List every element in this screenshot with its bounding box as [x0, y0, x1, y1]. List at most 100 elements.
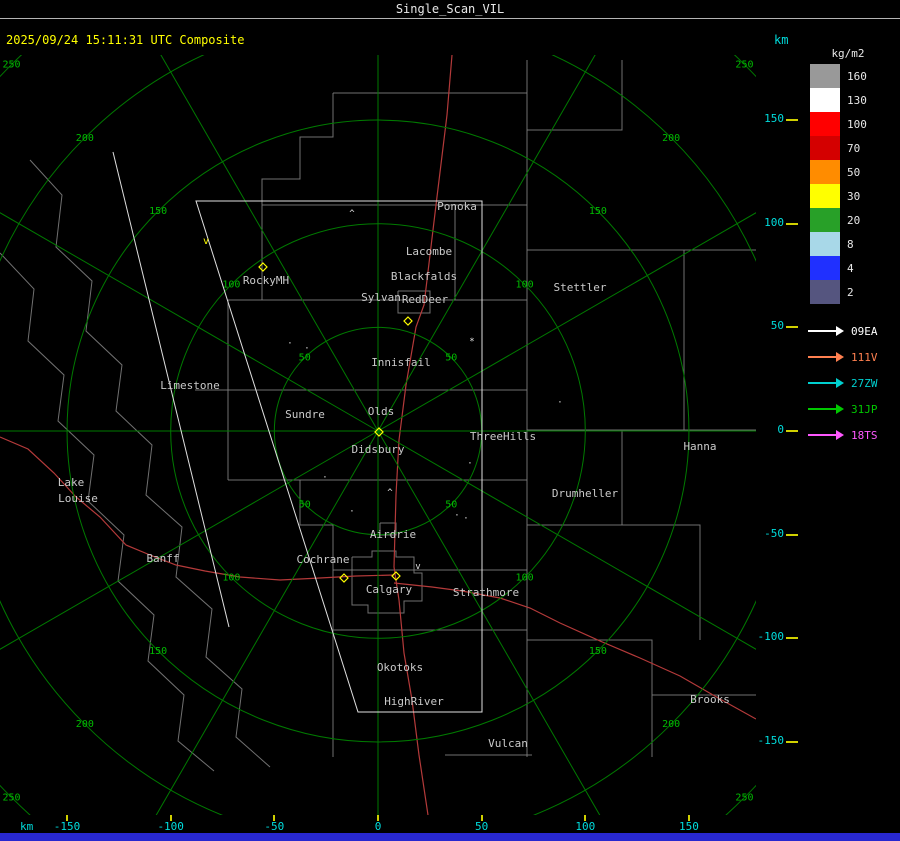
colorbar-value: 4: [847, 261, 854, 275]
colorbar-swatch: [810, 280, 840, 304]
site-arrow-line: [808, 408, 836, 410]
site-legend-row: 27ZW: [808, 370, 878, 396]
site-id-label: 31JP: [851, 402, 878, 416]
scan-timestamp: 2025/09/24 15:11:31 UTC Composite: [6, 33, 245, 47]
site-arrow-head: [836, 378, 844, 388]
colorbar-level: 4: [810, 256, 867, 280]
range-ring-label: 50: [299, 353, 311, 364]
county-boundary: [527, 639, 653, 757]
spot-marker: *: [469, 337, 474, 347]
colorbar-swatch: [810, 256, 840, 280]
site-legend: 09EA 111V 27ZW 31JP 18TS: [808, 318, 878, 448]
site-arrow-line: [808, 434, 836, 436]
city-label: Drumheller: [552, 487, 619, 500]
spot-marker: ·: [322, 473, 327, 483]
colorbar-swatch: [810, 232, 840, 256]
colorbar-swatch: [810, 160, 840, 184]
y-axis-tick-mark: [786, 637, 798, 640]
city-label: Airdrie: [370, 528, 416, 541]
city-label: Ponoka: [437, 200, 477, 213]
y-axis-unit-label: km: [774, 33, 789, 47]
spot-marker: ^: [349, 209, 355, 219]
city-label: Okotoks: [377, 661, 423, 674]
x-axis-tick-label: 0: [374, 820, 382, 833]
city-label: HighRiver: [384, 695, 444, 708]
site-arrow-line: [808, 330, 836, 332]
city-label: Blackfalds: [391, 270, 457, 283]
colorbar-value: 2: [847, 285, 854, 299]
site-arrow-line: [808, 356, 836, 358]
site-arrow-head: [836, 352, 844, 362]
x-axis-tick-mark: [584, 815, 587, 821]
colorbar-swatch: [810, 64, 840, 88]
range-radial: [140, 430, 379, 841]
range-ring-label: 250: [3, 60, 21, 71]
x-axis-tick-label: -100: [157, 820, 184, 833]
city-label: Innisfail: [371, 356, 431, 369]
x-axis-tick-label: 50: [475, 820, 489, 833]
x-axis-tick-mark: [687, 815, 690, 821]
range-ring-label: 150: [149, 646, 167, 657]
colorbar-value: 130: [847, 93, 867, 107]
bottom-bar: [0, 833, 900, 841]
colorbar-level: 130: [810, 88, 867, 112]
x-axis-tick-label: 150: [679, 820, 699, 833]
site-arrow-icon: [808, 326, 845, 336]
range-ring-label: 200: [76, 719, 94, 730]
city-label: Hanna: [683, 440, 716, 453]
title-divider: [0, 18, 900, 19]
city-label: Didsbury: [352, 443, 405, 456]
site-arrow-line: [808, 382, 836, 384]
site-arrow-head: [836, 404, 844, 414]
city-label: Cochrane: [297, 553, 350, 566]
range-ring-label: 250: [735, 792, 753, 803]
spot-marker: ^: [387, 488, 393, 498]
colorbar-value: 160: [847, 69, 867, 83]
range-ring-label: 250: [735, 60, 753, 71]
x-axis-tick-mark: [169, 815, 172, 821]
spot-marker: ·: [463, 514, 468, 524]
site-legend-row: 31JP: [808, 396, 878, 422]
range-ring-label: 150: [589, 206, 607, 217]
colorbar-level: 100: [810, 112, 867, 136]
county-boundary: [527, 60, 623, 131]
x-axis-tick-mark: [480, 815, 483, 821]
spot-marker: ·: [287, 339, 292, 349]
colorbar: 160 130 100 70 50 30 20 8 4 2: [810, 64, 867, 304]
colorbar-value: 30: [847, 189, 861, 203]
colorbar-level: 50: [810, 160, 867, 184]
colorbar-level: 70: [810, 136, 867, 160]
colorbar-value: 70: [847, 141, 861, 155]
site-id-label: 18TS: [851, 428, 878, 442]
city-label: ThreeHills: [470, 430, 536, 443]
site-id-label: 111V: [851, 350, 878, 364]
city-label: Limestone: [160, 379, 220, 392]
city-label: Calgary: [366, 583, 413, 596]
colorbar-swatch: [810, 208, 840, 232]
x-axis-tick-mark: [66, 815, 69, 821]
site-legend-row: 18TS: [808, 422, 878, 448]
site-arrow-head: [836, 326, 844, 336]
county-boundary: [351, 550, 423, 614]
range-ring-label: 200: [662, 133, 680, 144]
city-marker-diamond: [403, 316, 413, 326]
city-label: Brooks: [690, 693, 730, 706]
titlebar: Single_Scan_VIL: [0, 0, 900, 18]
spot-marker: ·: [304, 344, 309, 354]
colorbar-unit: kg/m2: [831, 47, 865, 60]
colorbar-value: 8: [847, 237, 854, 251]
city-label: Olds: [368, 405, 395, 418]
county-boundary: [261, 93, 334, 205]
colorbar-value: 100: [847, 117, 867, 131]
range-radial: [377, 0, 628, 432]
y-axis-tick-mark: [786, 326, 798, 329]
y-axis-tick-mark: [786, 119, 798, 122]
range-ring-label: 200: [76, 133, 94, 144]
range-ring-label: 100: [516, 279, 534, 290]
radar-app-window: Single_Scan_VIL 2025/09/24 15:11:31 UTC …: [0, 0, 900, 841]
city-label: Louise: [58, 492, 98, 505]
city-marker-diamond: [339, 573, 349, 583]
colorbar-value: 20: [847, 213, 861, 227]
x-axis-tick-label: -50: [264, 820, 285, 833]
city-marker-diamond: [258, 262, 268, 272]
